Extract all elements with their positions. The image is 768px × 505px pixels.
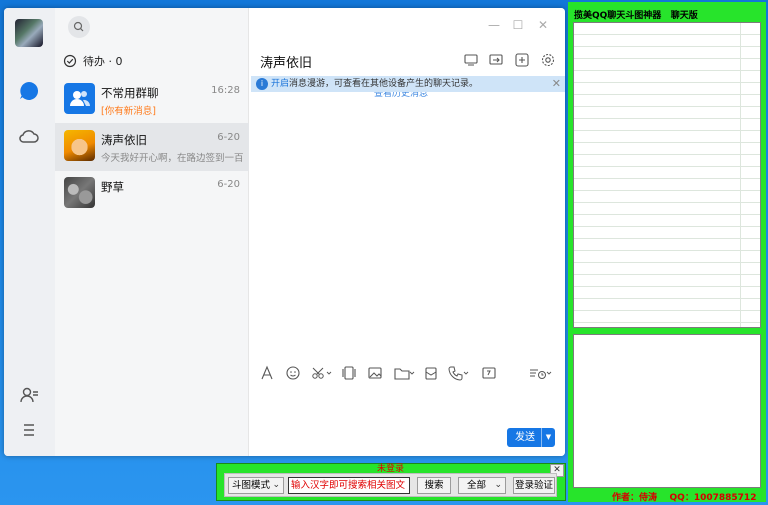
image-icon[interactable]	[367, 365, 383, 381]
add-member-icon[interactable]	[514, 52, 530, 68]
conversation-preview: [你有新消息]	[101, 106, 156, 117]
chat-title: 涛声依旧	[260, 56, 313, 71]
conversation-preview: 今天我好开心啊，在路边签到一百块	[101, 153, 243, 164]
left-rail	[4, 8, 55, 456]
search-icon	[73, 21, 84, 32]
todo-label: 待办 · 0	[83, 55, 123, 68]
photo-avatar	[64, 177, 95, 208]
search-button[interactable]: 搜索	[417, 477, 451, 494]
sticker-tool-panel: 揽美QQ聊天斗图神器 聊天版 作者：侍涛 QQ：1007885712	[568, 2, 766, 503]
check-circle-icon	[63, 54, 77, 68]
send-button[interactable]: 发送 ▼	[507, 428, 555, 447]
author-info: 作者：侍涛 QQ：1007885712	[612, 493, 757, 503]
chat-area: — ☐ ✕ 涛声依旧 i 开启消息漫游，可查看在其他设备产生的聊天记录。 ✕ 查…	[249, 8, 565, 456]
minimize-icon[interactable]: —	[487, 18, 501, 32]
todo-row[interactable]: 待办 · 0	[63, 52, 123, 70]
history-icon[interactable]	[528, 365, 552, 381]
conversation-time: 6-20	[217, 179, 240, 190]
sticker-list[interactable]	[573, 22, 761, 328]
search-controls: 斗图模式 ⌄ 输入汉字即可搜索相关图文 搜索 全部 ⌄ 登录验证	[224, 473, 557, 497]
emoji-icon[interactable]	[285, 365, 301, 381]
sticker-search-bar: 未登录 ✕ 斗图模式 ⌄ 输入汉字即可搜索相关图文 搜索 全部 ⌄ 登录验证	[216, 463, 566, 501]
mode-select[interactable]: 斗图模式 ⌄	[228, 477, 284, 494]
group-icon	[70, 91, 91, 106]
sticker-preview[interactable]	[573, 334, 761, 488]
send-options-icon[interactable]: ▼	[541, 428, 555, 447]
search-input[interactable]: 输入汉字即可搜索相关图文	[288, 477, 410, 494]
settings-gear-icon[interactable]	[540, 52, 556, 68]
cartoon-avatar	[64, 130, 95, 161]
login-verify-button[interactable]: 登录验证	[513, 477, 555, 494]
user-avatar[interactable]	[15, 19, 43, 47]
folder-icon[interactable]	[393, 365, 415, 381]
mode-value: 斗图模式	[232, 480, 271, 491]
roaming-text: 消息漫游，可查看在其他设备产生的聊天记录。	[289, 79, 479, 89]
chevron-down-icon: ⌄	[272, 480, 280, 490]
remote-assist-icon[interactable]	[488, 52, 504, 68]
roam-close-icon[interactable]: ✕	[552, 76, 561, 92]
message-icon[interactable]	[18, 80, 40, 102]
phone-icon[interactable]	[447, 365, 469, 381]
conversation-time: 6-20	[217, 132, 240, 143]
scissors-icon[interactable]	[311, 365, 333, 381]
font-icon[interactable]	[259, 365, 275, 381]
conversation-time: 16:28	[211, 85, 240, 96]
search-button[interactable]	[68, 16, 90, 38]
message-roaming-bar: i 开启消息漫游，可查看在其他设备产生的聊天记录。 ✕	[251, 76, 565, 92]
contacts-icon[interactable]	[18, 384, 40, 406]
screenshot-frame-icon[interactable]	[341, 365, 357, 381]
quote-icon[interactable]	[481, 365, 497, 381]
group-avatar	[64, 83, 95, 114]
chevron-down-icon: ⌄	[494, 480, 502, 490]
maximize-icon[interactable]: ☐	[511, 18, 525, 32]
view-history-link[interactable]: 查看历史消息	[374, 92, 428, 100]
red-packet-icon[interactable]	[423, 365, 439, 381]
conversation-item-taosheng[interactable]: 涛声依旧 6-20 今天我好开心啊，在路边签到一百块	[55, 123, 249, 171]
menu-icon[interactable]	[18, 419, 40, 441]
scope-select[interactable]: 全部 ⌄	[458, 477, 506, 494]
conversation-name: 涛声依旧	[101, 133, 147, 147]
conversation-item-group[interactable]: 不常用群聊 16:28 [你有新消息]	[55, 76, 249, 124]
conversation-name: 不常用群聊	[101, 86, 159, 100]
scope-value: 全部	[467, 480, 487, 491]
cloud-icon[interactable]	[18, 125, 40, 147]
send-label: 发送	[515, 432, 535, 443]
info-icon: i	[256, 78, 268, 90]
conversation-panel: 待办 · 0 不常用群聊 16:28 [你有新消息] 涛声依旧 6-20 今天我…	[55, 8, 249, 456]
roaming-enable-link[interactable]: 开启	[271, 79, 289, 89]
close-icon[interactable]: ✕	[536, 18, 550, 32]
conversation-name: 野草	[101, 180, 124, 194]
qq-main-window: 待办 · 0 不常用群聊 16:28 [你有新消息] 涛声依旧 6-20 今天我…	[4, 8, 565, 456]
screen-share-icon[interactable]	[463, 52, 479, 68]
conversation-item-yecao[interactable]: 野草 6-20	[55, 170, 249, 218]
tool-title: 揽美QQ聊天斗图神器 聊天版	[574, 11, 698, 21]
